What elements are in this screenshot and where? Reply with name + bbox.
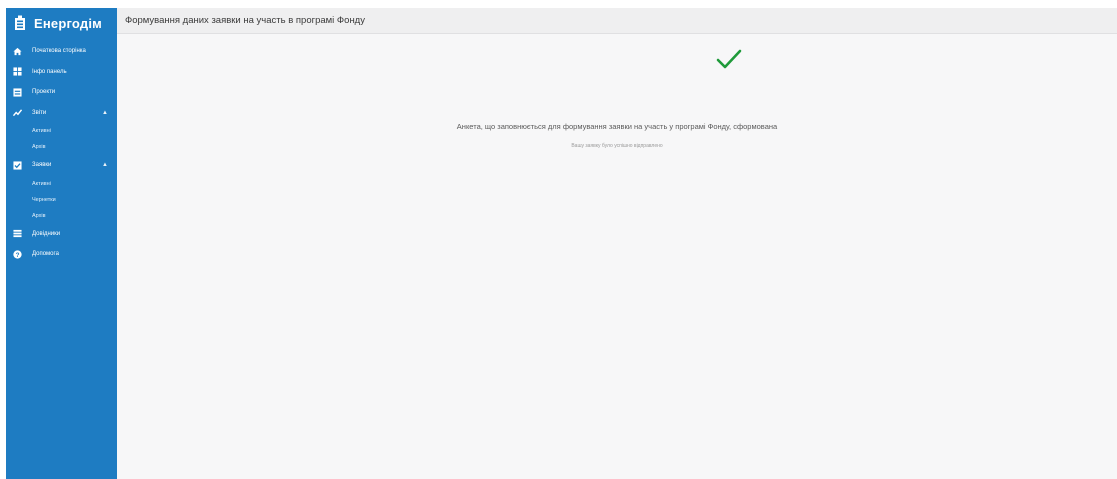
- brand-name: Енергодім: [34, 15, 102, 31]
- sidebar-item-reports[interactable]: Звіти ▲: [6, 103, 117, 124]
- sidebar-item-label: Допомога: [32, 251, 59, 258]
- sidebar-item-label: Проекти: [32, 89, 56, 96]
- chevron-up-icon[interactable]: ▲: [102, 110, 108, 116]
- sidebar-item-projects[interactable]: Проекти: [6, 82, 117, 103]
- sidebar-subitem-reports-active[interactable]: Активні: [6, 123, 117, 139]
- main-area: Формування даних заявки на участь в прог…: [117, 8, 1117, 479]
- sidebar-item-label: Інфо панель: [32, 68, 67, 75]
- content: Анкета, що заповнюється для формування з…: [117, 34, 1117, 479]
- sidebar-subitem-label: Архів: [32, 212, 46, 219]
- building-logo-icon: [14, 15, 26, 31]
- sidebar-subitem-applications-archive[interactable]: Архів: [6, 208, 117, 224]
- sidebar-item-label: Звіти: [32, 109, 47, 116]
- home-icon: [13, 47, 22, 56]
- sidebar-subitem-applications-drafts[interactable]: Чернетки: [6, 192, 117, 208]
- success-message: Анкета, що заповнюється для формування з…: [456, 122, 778, 131]
- sidebar-subitem-label: Архів: [32, 144, 46, 150]
- page-header: Формування даних заявки на участь в прог…: [117, 8, 1117, 34]
- help-icon: ?: [13, 250, 22, 259]
- svg-text:?: ?: [16, 252, 20, 259]
- sidebar-item-label: Заявки: [32, 162, 52, 169]
- sidebar-subitem-applications-active[interactable]: Активні: [6, 176, 117, 192]
- sidebar: Енергодім Початкова сторінка Інфо панель…: [6, 8, 117, 479]
- checklist-icon: [13, 161, 22, 170]
- chevron-up-icon[interactable]: ▲: [102, 162, 108, 168]
- sidebar-item-home[interactable]: Початкова сторінка: [6, 41, 117, 62]
- sidebar-item-label: Початкова сторінка: [32, 48, 86, 55]
- dashboard-icon: [13, 67, 22, 76]
- projects-icon: [13, 88, 22, 97]
- list-icon: [13, 229, 22, 238]
- sidebar-item-applications[interactable]: Заявки ▲: [6, 155, 117, 176]
- brand[interactable]: Енергодім: [6, 8, 117, 38]
- sidebar-item-help[interactable]: ? Допомога: [6, 244, 117, 265]
- sidebar-subitem-reports-archive[interactable]: Архів: [6, 139, 117, 155]
- sidebar-subitem-label: Активні: [32, 180, 51, 187]
- success-submessage: Вашу заявку було успішно відправлено: [571, 143, 663, 149]
- sidebar-item-directories[interactable]: Довідники: [6, 224, 117, 245]
- chart-icon: [13, 108, 22, 117]
- sidebar-item-dashboard[interactable]: Інфо панель: [6, 62, 117, 83]
- sidebar-subitem-label: Активні: [32, 128, 51, 134]
- sidebar-nav: Початкова сторінка Інфо панель Проекти З…: [6, 38, 117, 265]
- sidebar-subitem-label: Чернетки: [32, 196, 56, 203]
- page-title: Формування даних заявки на участь в прог…: [125, 15, 365, 26]
- sidebar-item-label: Довідники: [32, 230, 61, 237]
- checkmark-icon: [716, 49, 742, 69]
